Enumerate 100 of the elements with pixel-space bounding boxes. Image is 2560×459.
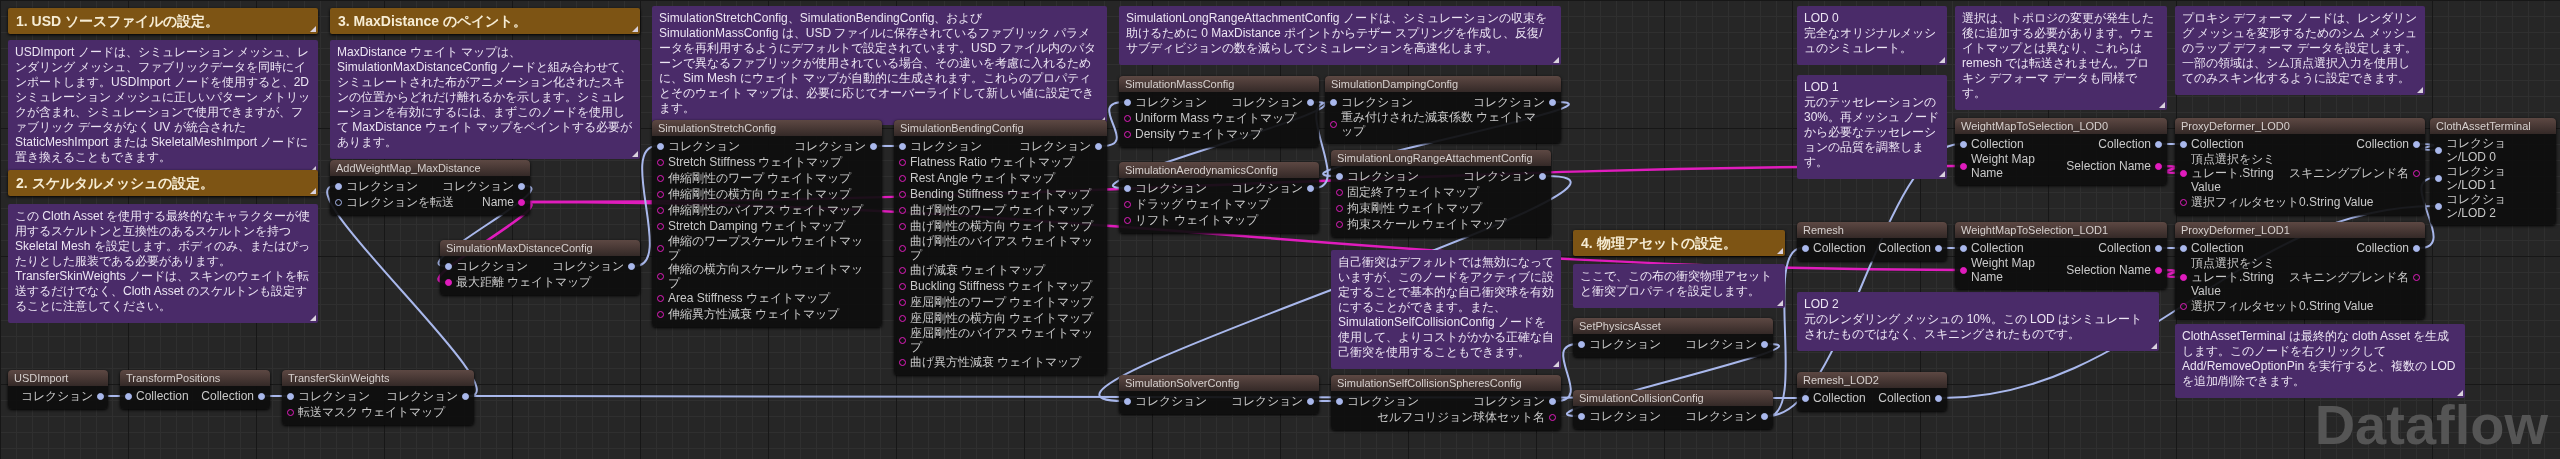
node-title: ProxyDeformer_LOD1 bbox=[2175, 222, 2425, 238]
pin-icon[interactable] bbox=[258, 392, 265, 400]
pin-icon[interactable] bbox=[1802, 394, 1809, 402]
pin-icon[interactable] bbox=[1960, 266, 1967, 274]
graph-node[interactable]: SimulationSolverConfig コレクション コレクション bbox=[1119, 375, 1319, 414]
pin-icon[interactable] bbox=[462, 392, 469, 400]
pin-label: Collection bbox=[1971, 241, 2024, 255]
graph-node[interactable]: TransformPositions Collection Collection bbox=[120, 370, 270, 409]
pin-icon[interactable] bbox=[1095, 142, 1102, 150]
pin-icon[interactable] bbox=[1124, 98, 1131, 106]
pin-icon[interactable] bbox=[2155, 140, 2162, 148]
resize-handle-icon[interactable] bbox=[1939, 57, 1945, 63]
graph-node[interactable]: SimulationLongRangeAttachmentConfig コレクション コレクション 固定終了ウェイトマップ 拘束剛性 ウェイトマップ 拘束スケール ウェイトマップ bbox=[1331, 150, 1551, 237]
resize-handle-icon[interactable] bbox=[310, 26, 316, 32]
pin-icon[interactable] bbox=[1307, 98, 1314, 106]
resize-handle-icon[interactable] bbox=[2151, 343, 2157, 349]
pin-icon[interactable] bbox=[1549, 397, 1556, 405]
pin-icon[interactable] bbox=[2180, 140, 2187, 148]
pin-label: コレクション bbox=[1347, 169, 1419, 183]
pin-icon[interactable] bbox=[2155, 266, 2162, 274]
resize-handle-icon[interactable] bbox=[2417, 87, 2423, 93]
pin-icon[interactable] bbox=[1124, 397, 1131, 405]
resize-handle-icon[interactable] bbox=[2457, 390, 2463, 396]
pin-icon[interactable] bbox=[1960, 162, 1967, 170]
graph-node[interactable]: WeightMapToSelection_LOD1 Collection Collection Weight Map Name Selection Name bbox=[1955, 222, 2167, 289]
resize-handle-icon[interactable] bbox=[310, 188, 316, 194]
pin-icon[interactable] bbox=[870, 142, 877, 150]
pin-icon[interactable] bbox=[1761, 340, 1768, 348]
pin-icon[interactable] bbox=[657, 142, 664, 150]
graph-node[interactable]: ProxyDeformer_LOD0 Collection Collection 頂点選択をシミュレート.String Value スキニングブレンド名 選択フィルタセット0.String Value bbox=[2175, 118, 2425, 215]
resize-handle-icon[interactable] bbox=[1939, 171, 1945, 177]
pin-icon[interactable] bbox=[1124, 184, 1131, 192]
pin-icon[interactable] bbox=[1578, 340, 1585, 348]
pin-icon[interactable] bbox=[2180, 244, 2187, 252]
pin-icon[interactable] bbox=[2413, 244, 2420, 252]
pin-label: Area Stiffness ウェイトマップ bbox=[668, 291, 830, 305]
pin-icon[interactable] bbox=[445, 262, 452, 270]
pin-icon[interactable] bbox=[1330, 98, 1337, 106]
pin-icon[interactable] bbox=[2180, 169, 2187, 177]
pin-icon[interactable] bbox=[287, 392, 294, 400]
pin-icon[interactable] bbox=[2435, 174, 2442, 182]
pin-icon[interactable] bbox=[628, 262, 635, 270]
pin-icon[interactable] bbox=[97, 392, 104, 400]
graph-node[interactable]: SimulationMassConfig コレクション コレクション Uniform Mass ウェイトマップ Density ウェイトマップ bbox=[1119, 76, 1319, 147]
pin-icon[interactable] bbox=[899, 142, 906, 150]
pin-icon[interactable] bbox=[1935, 394, 1942, 402]
pin-icon[interactable] bbox=[335, 182, 342, 190]
graph-node[interactable]: SimulationAerodynamicsConfig コレクション コレクション ドラッグ ウェイトマップ リフト ウェイトマップ bbox=[1119, 162, 1319, 233]
node-title: Remesh_LOD2 bbox=[1797, 372, 1947, 388]
pin-icon[interactable] bbox=[125, 392, 132, 400]
graph-node[interactable] bbox=[652, 120, 882, 327]
pin-icon[interactable] bbox=[2155, 244, 2162, 252]
resize-handle-icon[interactable] bbox=[1777, 248, 1783, 254]
pin-label: 頂点選択をシミュレート.String Value bbox=[2191, 256, 2276, 298]
resize-handle-icon[interactable] bbox=[310, 315, 316, 321]
pin-icon[interactable] bbox=[445, 278, 452, 286]
resize-handle-icon[interactable] bbox=[1553, 57, 1559, 63]
pin-icon[interactable] bbox=[1307, 397, 1314, 405]
graph-node[interactable]: Remesh Collection Collection bbox=[1797, 222, 1947, 261]
pin-icon[interactable] bbox=[518, 198, 525, 206]
pin-icon[interactable] bbox=[518, 182, 525, 190]
pin-icon[interactable] bbox=[1761, 412, 1768, 420]
pin-icon[interactable] bbox=[2155, 162, 2162, 170]
pin-icon[interactable] bbox=[2435, 202, 2442, 210]
pin-icon[interactable] bbox=[1960, 244, 1967, 252]
pin-label: スキニングブレンド名 bbox=[2289, 270, 2409, 284]
graph-node[interactable]: TransferSkinWeights コレクション コレクション 転送マスク ウェイトマップ bbox=[282, 370, 474, 425]
graph-node[interactable]: WeightMapToSelection_LOD0 Collection Collection Weight Map Name Selection Name bbox=[1955, 118, 2167, 185]
pin-icon[interactable] bbox=[1802, 244, 1809, 252]
pin-icon[interactable] bbox=[1549, 98, 1556, 106]
pin-icon[interactable] bbox=[1336, 397, 1343, 405]
graph-node[interactable]: Remesh_LOD2 Collection Collection bbox=[1797, 372, 1947, 411]
pin-icon[interactable] bbox=[2180, 273, 2187, 281]
pin-icon[interactable] bbox=[1578, 412, 1585, 420]
resize-handle-icon[interactable] bbox=[632, 26, 638, 32]
node-title: SimulationSolverConfig bbox=[1119, 375, 1319, 391]
graph-node[interactable]: SimulationDampingConfig コレクション コレクション 重み付けされた減衰係数 ウェイトマップ bbox=[1325, 76, 1561, 143]
pin-icon[interactable] bbox=[1935, 244, 1942, 252]
pin-icon[interactable] bbox=[1307, 184, 1314, 192]
comment-text: ClothAssetTerminal は最終的な cloth Asset を生成します。このノードを右クリックして Add/RemoveOptionPin を実行すると、複数の LOD を追加/削除できます。 bbox=[2182, 329, 2457, 389]
graph-node[interactable]: SimulationCollisionConfig コレクション コレクション bbox=[1573, 390, 1773, 429]
graph-node[interactable] bbox=[894, 120, 1107, 375]
pin-icon[interactable] bbox=[1336, 172, 1343, 180]
resize-handle-icon[interactable] bbox=[632, 151, 638, 157]
pin-icon[interactable] bbox=[1539, 172, 1546, 180]
pin-icon[interactable] bbox=[2435, 146, 2442, 154]
graph-node[interactable]: SimulationMaxDistanceConfig コレクション コレクション 最大距離 ウェイトマップ bbox=[440, 240, 640, 295]
graph-node[interactable]: USDImport コレクション bbox=[8, 370, 108, 409]
pin-icon[interactable] bbox=[2413, 140, 2420, 148]
graph-node[interactable]: ProxyDeformer_LOD1 Collection Collection 頂点選択をシミュレート.String Value スキニングブレンド名 選択フィルタセット0.String Value bbox=[2175, 222, 2425, 319]
graph-node[interactable]: SimulationSelfCollisionSpheresConfig コレクション コレクション セルフコリジョン球体セット名 bbox=[1331, 375, 1561, 430]
graph-node[interactable]: ClothAssetTerminal コレクション/LOD 0 コレクション/LOD 1 コレクション/LOD 2 bbox=[2430, 118, 2556, 225]
node-title: WeightMapToSelection_LOD0 bbox=[1955, 118, 2167, 134]
resize-handle-icon[interactable] bbox=[2159, 102, 2165, 108]
pin-label: コレクション bbox=[442, 179, 514, 193]
pin-icon[interactable] bbox=[1960, 140, 1967, 148]
resize-handle-icon[interactable] bbox=[1553, 361, 1559, 367]
resize-handle-icon[interactable] bbox=[1777, 300, 1783, 306]
graph-node[interactable]: AddWeightMap_MaxDistance コレクション コレクション コレクションを転送 Name bbox=[330, 160, 530, 215]
graph-node[interactable]: SetPhysicsAsset コレクション コレクション bbox=[1573, 318, 1773, 357]
